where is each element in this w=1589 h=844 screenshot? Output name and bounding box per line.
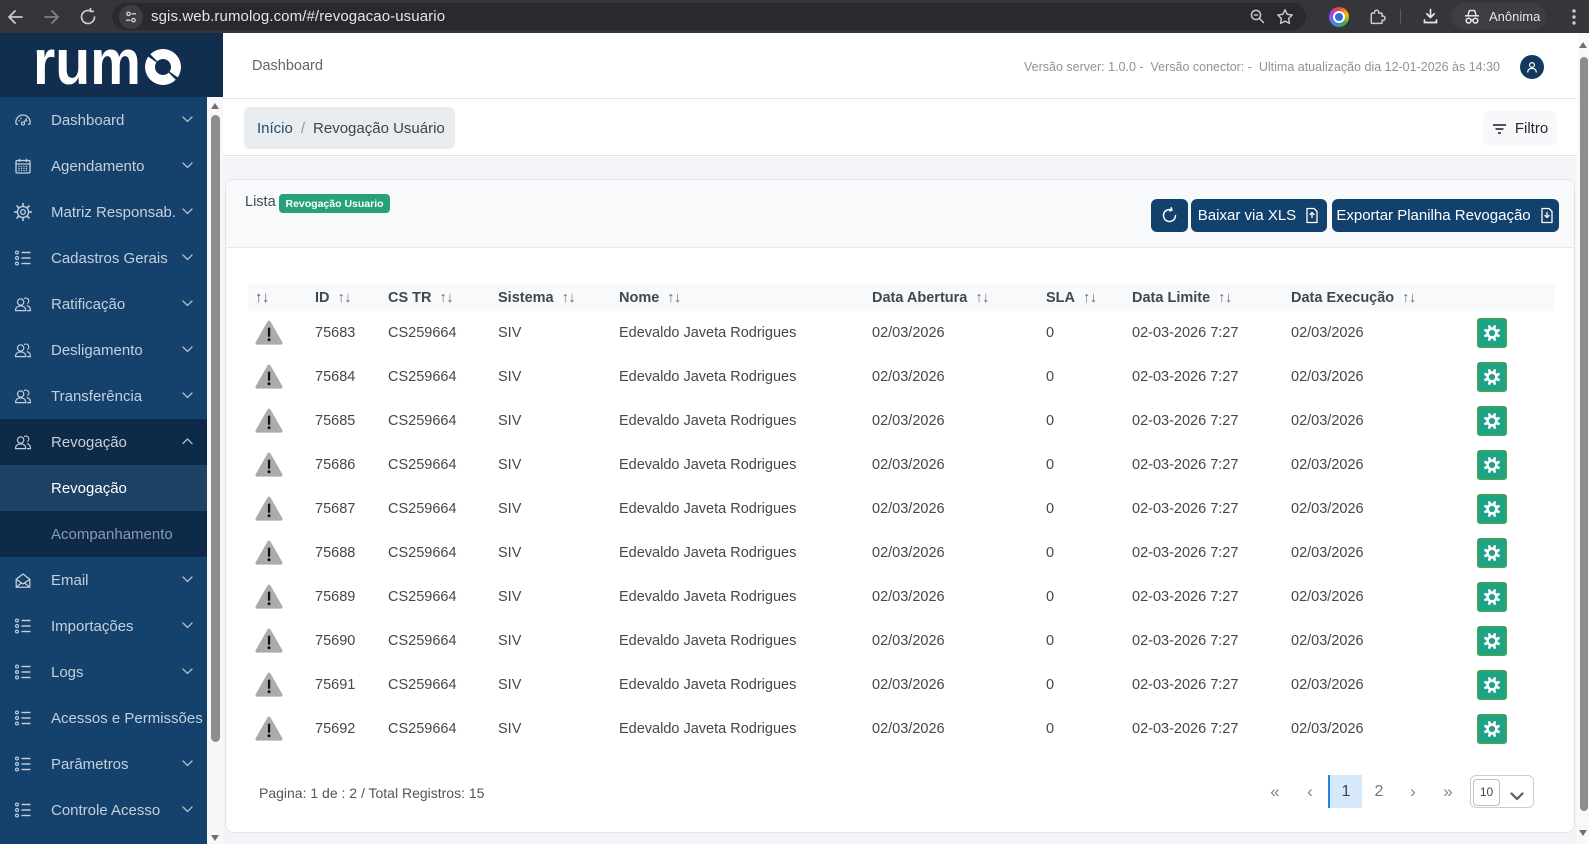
svg-text:rum: rum: [33, 33, 141, 97]
